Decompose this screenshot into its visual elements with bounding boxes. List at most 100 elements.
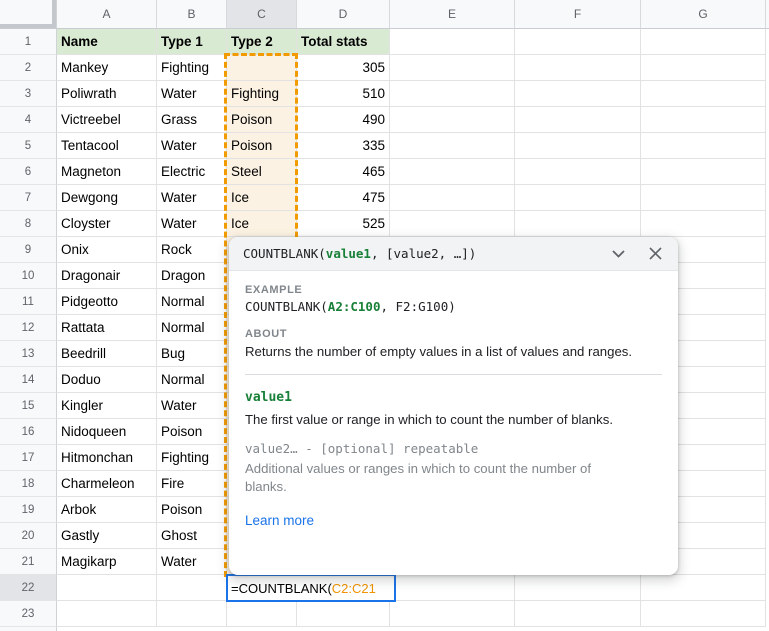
row-header-9[interactable]: 9 bbox=[0, 237, 57, 263]
cell-G23[interactable] bbox=[641, 601, 766, 627]
cell-D23[interactable] bbox=[297, 601, 390, 627]
cell-C2[interactable] bbox=[227, 55, 297, 81]
row-header-16[interactable]: 16 bbox=[0, 419, 57, 445]
column-header-B[interactable]: B bbox=[157, 0, 227, 29]
row-header-21[interactable]: 21 bbox=[0, 549, 57, 575]
cell-C1[interactable]: Type 2 bbox=[227, 29, 297, 55]
close-icon[interactable] bbox=[649, 247, 662, 260]
cell-D2[interactable]: 305 bbox=[297, 55, 390, 81]
cell-A17[interactable]: Hitmonchan bbox=[57, 445, 157, 471]
cell-C8[interactable]: Ice bbox=[227, 211, 297, 237]
cell-G5[interactable] bbox=[641, 133, 766, 159]
cell-E3[interactable] bbox=[390, 81, 515, 107]
cell-A5[interactable]: Tentacool bbox=[57, 133, 157, 159]
cell-E7[interactable] bbox=[390, 185, 515, 211]
cell-F1[interactable] bbox=[515, 29, 641, 55]
cell-A18[interactable]: Charmeleon bbox=[57, 471, 157, 497]
cell-D3[interactable]: 510 bbox=[297, 81, 390, 107]
row-header-6[interactable]: 6 bbox=[0, 159, 57, 185]
row-header-19[interactable]: 19 bbox=[0, 497, 57, 523]
row-header-5[interactable]: 5 bbox=[0, 133, 57, 159]
cell-B22[interactable] bbox=[157, 575, 227, 601]
cell-B8[interactable]: Water bbox=[157, 211, 227, 237]
cell-G2[interactable] bbox=[641, 55, 766, 81]
cell-B5[interactable]: Water bbox=[157, 133, 227, 159]
cell-E6[interactable] bbox=[390, 159, 515, 185]
row-header-3[interactable]: 3 bbox=[0, 81, 57, 107]
cell-A14[interactable]: Doduo bbox=[57, 367, 157, 393]
cell-C5[interactable]: Poison bbox=[227, 133, 297, 159]
cell-D6[interactable]: 465 bbox=[297, 159, 390, 185]
row-header-22[interactable]: 22 bbox=[0, 575, 57, 601]
row-header-13[interactable]: 13 bbox=[0, 341, 57, 367]
cell-F6[interactable] bbox=[515, 159, 641, 185]
cell-A10[interactable]: Dragonair bbox=[57, 263, 157, 289]
cell-A19[interactable]: Arbok bbox=[57, 497, 157, 523]
formula-editing-cell[interactable]: =COUNTBLANK(C2:C21 bbox=[226, 574, 396, 602]
cell-B20[interactable]: Ghost bbox=[157, 523, 227, 549]
column-header-E[interactable]: E bbox=[390, 0, 515, 29]
cell-E2[interactable] bbox=[390, 55, 515, 81]
cell-B15[interactable]: Water bbox=[157, 393, 227, 419]
cell-D8[interactable]: 525 bbox=[297, 211, 390, 237]
cell-A21[interactable]: Magikarp bbox=[57, 549, 157, 575]
cell-F23[interactable] bbox=[515, 601, 641, 627]
cell-E23[interactable] bbox=[390, 601, 515, 627]
cell-G1[interactable] bbox=[641, 29, 766, 55]
cell-B1[interactable]: Type 1 bbox=[157, 29, 227, 55]
cell-A12[interactable]: Rattata bbox=[57, 315, 157, 341]
cell-A8[interactable]: Cloyster bbox=[57, 211, 157, 237]
cell-A2[interactable]: Mankey bbox=[57, 55, 157, 81]
cell-B14[interactable]: Normal bbox=[157, 367, 227, 393]
learn-more-link[interactable]: Learn more bbox=[245, 513, 314, 528]
cell-B7[interactable]: Water bbox=[157, 185, 227, 211]
cell-C23[interactable] bbox=[227, 601, 297, 627]
row-header-17[interactable]: 17 bbox=[0, 445, 57, 471]
cell-G7[interactable] bbox=[641, 185, 766, 211]
cell-C7[interactable]: Ice bbox=[227, 185, 297, 211]
cell-D5[interactable]: 335 bbox=[297, 133, 390, 159]
row-header-10[interactable]: 10 bbox=[0, 263, 57, 289]
cell-C6[interactable]: Steel bbox=[227, 159, 297, 185]
cell-F5[interactable] bbox=[515, 133, 641, 159]
cell-B4[interactable]: Grass bbox=[157, 107, 227, 133]
cell-F3[interactable] bbox=[515, 81, 641, 107]
cell-B12[interactable]: Normal bbox=[157, 315, 227, 341]
cell-D7[interactable]: 475 bbox=[297, 185, 390, 211]
column-header-G[interactable]: G bbox=[641, 0, 766, 29]
cell-A11[interactable]: Pidgeotto bbox=[57, 289, 157, 315]
row-header-2[interactable]: 2 bbox=[0, 55, 57, 81]
cell-F4[interactable] bbox=[515, 107, 641, 133]
cell-B17[interactable]: Fighting bbox=[157, 445, 227, 471]
cell-E8[interactable] bbox=[390, 211, 515, 237]
cell-E1[interactable] bbox=[390, 29, 515, 55]
cell-A4[interactable]: Victreebel bbox=[57, 107, 157, 133]
row-header-14[interactable]: 14 bbox=[0, 367, 57, 393]
cell-E4[interactable] bbox=[390, 107, 515, 133]
cell-B21[interactable]: Water bbox=[157, 549, 227, 575]
cell-B3[interactable]: Water bbox=[157, 81, 227, 107]
cell-B18[interactable]: Fire bbox=[157, 471, 227, 497]
cell-A23[interactable] bbox=[57, 601, 157, 627]
cell-B11[interactable]: Normal bbox=[157, 289, 227, 315]
cell-G6[interactable] bbox=[641, 159, 766, 185]
row-header-18[interactable]: 18 bbox=[0, 471, 57, 497]
cell-B13[interactable]: Bug bbox=[157, 341, 227, 367]
column-header-C[interactable]: C bbox=[227, 0, 297, 29]
column-header-D[interactable]: D bbox=[297, 0, 390, 29]
cell-B10[interactable]: Dragon bbox=[157, 263, 227, 289]
cell-B16[interactable]: Poison bbox=[157, 419, 227, 445]
row-header-15[interactable]: 15 bbox=[0, 393, 57, 419]
cell-F2[interactable] bbox=[515, 55, 641, 81]
cell-A16[interactable]: Nidoqueen bbox=[57, 419, 157, 445]
cell-B6[interactable]: Electric bbox=[157, 159, 227, 185]
cell-G3[interactable] bbox=[641, 81, 766, 107]
cell-B23[interactable] bbox=[157, 601, 227, 627]
cell-G8[interactable] bbox=[641, 211, 766, 237]
cell-B19[interactable]: Poison bbox=[157, 497, 227, 523]
cell-G22[interactable] bbox=[641, 575, 766, 601]
cell-E22[interactable] bbox=[390, 575, 515, 601]
cell-A22[interactable] bbox=[57, 575, 157, 601]
select-all-corner[interactable] bbox=[0, 0, 57, 29]
cell-A13[interactable]: Beedrill bbox=[57, 341, 157, 367]
